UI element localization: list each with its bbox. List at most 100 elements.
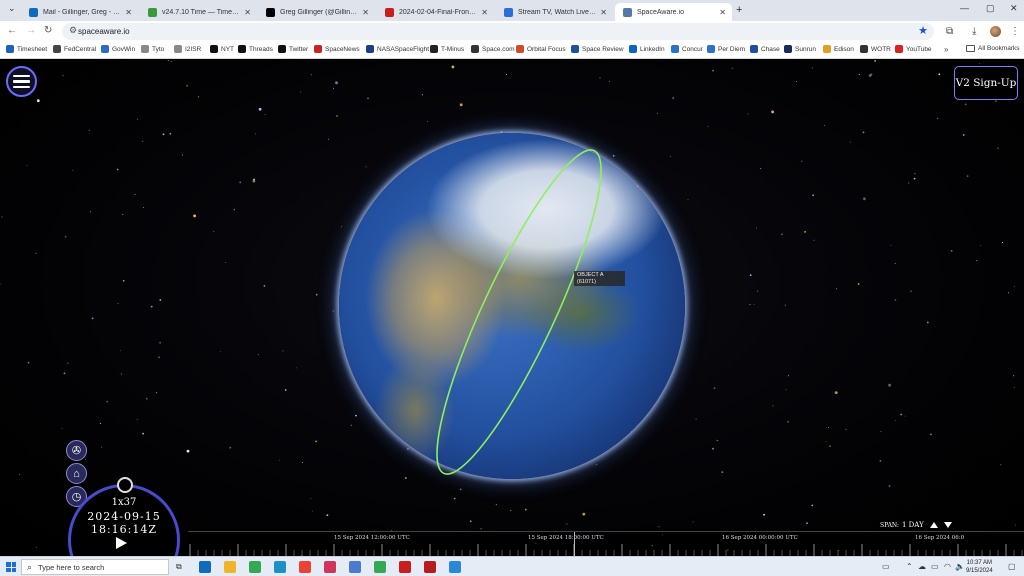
acrobat-app[interactable]: [399, 561, 411, 573]
bookmark-item[interactable]: Concur: [671, 45, 703, 53]
close-tab-icon[interactable]: ✕: [600, 8, 607, 17]
chrome-app-1[interactable]: [249, 561, 261, 573]
timeline[interactable]: 15 Sep 2024 12:00:00 UTC 15 Sep 2024 18:…: [188, 531, 1024, 557]
close-tab-icon[interactable]: ✕: [362, 8, 369, 17]
browser-tab[interactable]: v24.7.10 Time — Timesheet fo ✕: [140, 3, 257, 21]
wifi-icon[interactable]: ◠: [944, 562, 951, 571]
extensions-icon[interactable]: ⧉: [946, 26, 953, 37]
bookmark-favicon: [860, 45, 868, 53]
bookmark-favicon: [629, 45, 637, 53]
home-button[interactable]: ⌂: [66, 463, 87, 484]
edge-app[interactable]: [274, 561, 286, 573]
profile-avatar[interactable]: [990, 26, 1001, 37]
minimize-button[interactable]: —: [960, 3, 969, 13]
task-view-icon[interactable]: ⧉: [176, 562, 182, 572]
browser-tab[interactable]: SpaceAware.io ✕: [615, 3, 732, 21]
notifications-icon[interactable]: ▢: [1008, 562, 1016, 571]
object-tooltip[interactable]: OBJECT A (61071): [574, 271, 625, 286]
satellite-button[interactable]: ✇: [66, 440, 87, 461]
bookmarks-bar: Timesheet FedCentral GovWin Tyto I2ISR NYT Thr…: [0, 42, 1024, 59]
volume-icon[interactable]: 🔈: [955, 562, 965, 571]
bookmark-item[interactable]: Chase: [750, 45, 780, 53]
space-viewer[interactable]: OBJECT A (61071) V2 Sign-Up ✇ ⌂ ◷ 1x37 2…: [0, 60, 1024, 557]
time-speed-knob[interactable]: [117, 477, 133, 493]
bookmark-item[interactable]: GovWin: [101, 45, 135, 53]
bookmark-favicon: [366, 45, 374, 53]
browser-tab[interactable]: Greg Gillinger (@GillingerGreg ✕: [258, 3, 375, 21]
close-tab-icon[interactable]: ✕: [244, 8, 251, 17]
bookmark-item[interactable]: FedCentral: [53, 45, 96, 53]
browser-tab[interactable]: 2024-02-04-Final-Frontier-Flag ✕: [377, 3, 494, 21]
bookmark-item[interactable]: Orbital Focus: [516, 45, 566, 53]
timeline-cursor[interactable]: [574, 532, 575, 557]
bookmark-item[interactable]: T-Minus: [430, 45, 464, 53]
menu-bar-icon: [13, 74, 30, 78]
timeline-label: 16 Sep 2024 06:0: [915, 535, 965, 541]
span-decrease-button[interactable]: [943, 522, 952, 528]
start-button[interactable]: [6, 562, 16, 572]
url-text: spaceaware.io: [78, 27, 130, 36]
bookmark-star-icon[interactable]: ★: [918, 24, 928, 37]
close-window-button[interactable]: ✕: [1010, 3, 1018, 14]
play-button[interactable]: [116, 537, 127, 549]
cloud-icon[interactable]: ☁: [918, 562, 926, 571]
bookmark-item[interactable]: Threads: [238, 45, 273, 53]
tab-search-icon[interactable]: ⌄: [8, 3, 16, 14]
close-tab-icon[interactable]: ✕: [719, 8, 726, 17]
bookmark-favicon: [238, 45, 246, 53]
paint-app[interactable]: [324, 561, 336, 573]
all-bookmarks-button[interactable]: All Bookmarks: [966, 45, 1020, 52]
maximize-button[interactable]: ▢: [986, 3, 995, 14]
forward-button[interactable]: →: [26, 25, 36, 36]
bookmark-item[interactable]: Space Review: [571, 45, 624, 53]
network-icon[interactable]: ▭: [931, 562, 939, 571]
close-tab-icon[interactable]: ✕: [125, 8, 132, 17]
bookmark-item[interactable]: Tyto: [141, 45, 164, 53]
bookmark-item[interactable]: Timesheet: [6, 45, 47, 53]
file-explorer-app[interactable]: [224, 561, 236, 573]
browser-tab[interactable]: Mail - Gillinger, Greg - Outlook ✕: [21, 3, 138, 21]
hamburger-menu-button[interactable]: [6, 66, 37, 97]
outlook-app[interactable]: [199, 561, 211, 573]
taskbar-search[interactable]: ⌕ Type here to search: [21, 559, 169, 575]
close-tab-icon[interactable]: ✕: [481, 8, 488, 17]
address-bar[interactable]: ⚙ spaceaware.io ★: [62, 23, 934, 40]
windows-app[interactable]: [449, 561, 461, 573]
site-info-icon[interactable]: ⚙: [69, 25, 77, 36]
reload-button[interactable]: ↻: [44, 25, 52, 36]
span-increase-button[interactable]: [929, 522, 938, 528]
bookmarks-overflow-button[interactable]: »: [944, 45, 948, 54]
browser-menu-icon[interactable]: ⋮: [1010, 26, 1020, 37]
all-bookmarks-label: All Bookmarks: [978, 45, 1020, 52]
bookmark-item[interactable]: WOTR: [860, 45, 891, 53]
bookmark-label: Sunrun: [795, 45, 816, 53]
bookmark-item[interactable]: Edison: [823, 45, 854, 53]
bookmark-item[interactable]: LinkedIn: [629, 45, 665, 53]
bookmark-item[interactable]: SpaceNews: [314, 45, 360, 53]
bookmark-item[interactable]: NYT: [210, 45, 234, 53]
v2-signup-button[interactable]: V2 Sign-Up: [954, 66, 1018, 100]
bookmark-label: NASASpaceFlight: [377, 45, 430, 53]
bookmark-item[interactable]: I2ISR: [174, 45, 201, 53]
browser-tab[interactable]: Stream TV, Watch Live Televisio ✕: [496, 3, 613, 21]
show-hidden-icons[interactable]: ⌃: [906, 562, 913, 571]
weather-icon[interactable]: ▭: [882, 562, 890, 571]
bookmark-item[interactable]: NASASpaceFlight: [366, 45, 429, 53]
back-button[interactable]: ←: [7, 25, 17, 36]
bookmark-item[interactable]: Space.com: [471, 45, 515, 53]
bookmark-item[interactable]: Sunrun: [784, 45, 816, 53]
bookmark-item[interactable]: Per Diem: [707, 45, 745, 53]
system-clock[interactable]: 10:37 AM 9/15/2024: [966, 559, 993, 575]
tab-title: v24.7.10 Time — Timesheet fo: [162, 8, 240, 16]
new-tab-button[interactable]: +: [736, 4, 742, 16]
notepad-app[interactable]: [349, 561, 361, 573]
sim-date: 2024-09-15: [87, 510, 161, 523]
bookmark-item[interactable]: YouTube: [895, 45, 932, 53]
chrome-app-3[interactable]: [374, 561, 386, 573]
orbit-path[interactable]: [411, 135, 627, 488]
download-icon[interactable]: ⤓: [972, 26, 976, 37]
timeline-label: 15 Sep 2024 18:00:00 UTC: [528, 535, 604, 541]
bookmark-item[interactable]: Twitter: [278, 45, 308, 53]
pdf-app[interactable]: [424, 561, 436, 573]
chrome-app-2[interactable]: [299, 561, 311, 573]
